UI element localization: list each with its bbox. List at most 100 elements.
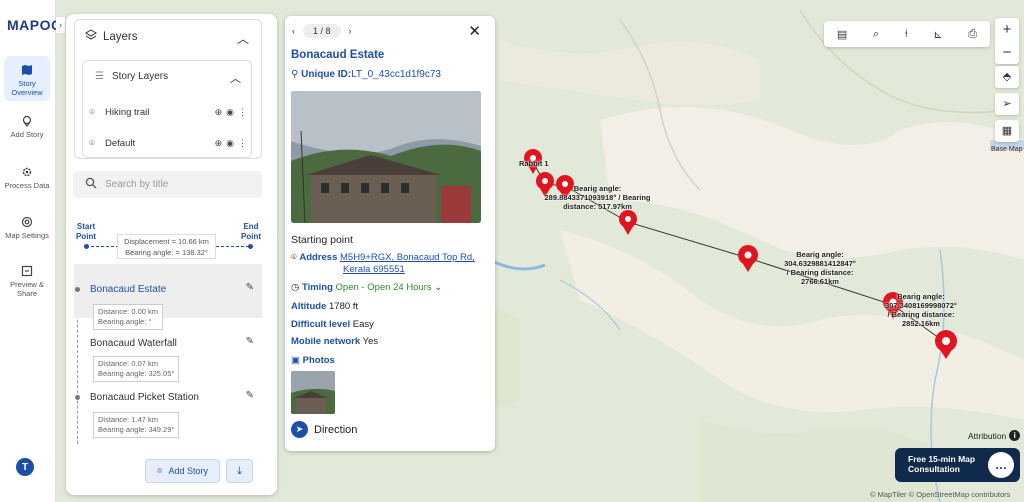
- print-icon[interactable]: ⎙: [968, 28, 977, 41]
- app-logo[interactable]: MAPOG: [7, 17, 62, 33]
- chevron-up-icon[interactable]: ︿: [237, 30, 249, 47]
- address-link[interactable]: M5H9+RGX, Bonacaud Top Rd,: [340, 252, 475, 263]
- rail-story-overview[interactable]: Story Overview: [4, 56, 50, 101]
- add-story-label: Add Story: [168, 466, 208, 476]
- layer-item-default[interactable]: ⌾ Default ⊕ ◉ ⋮: [89, 132, 247, 154]
- edit-icon[interactable]: ✎: [246, 390, 254, 401]
- segment-2-line: 2766.61km: [801, 277, 839, 286]
- layers-map-icon[interactable]: ▤: [837, 28, 847, 41]
- timing-field[interactable]: ◷ Timing Open - Open 24 Hours ⌄: [291, 282, 442, 293]
- drag-handle-icon: ☰: [95, 71, 104, 82]
- map-credit: © MapTiler © OpenStreetMap contributors: [870, 490, 1011, 499]
- story-panel: Layers ︿ ☰ Story Layers ︿ ⌾ Hiking trail…: [66, 14, 277, 495]
- attribution-label: Attribution: [968, 430, 1007, 441]
- pin-icon: [21, 115, 33, 127]
- timing-label: Timing: [301, 282, 333, 293]
- add-story-button[interactable]: ⌾ Add Story: [145, 459, 220, 483]
- story-layers-title: Story Layers: [111, 71, 169, 82]
- direction-button[interactable]: ➤ Direction: [291, 421, 357, 438]
- difficulty-value: Easy: [352, 319, 374, 330]
- rail-process-data[interactable]: Process Data: [4, 166, 50, 190]
- rail-preview-share[interactable]: Preview & Share: [4, 265, 50, 298]
- rail-add-story[interactable]: Add Story: [4, 115, 50, 139]
- stop-dot: [75, 287, 80, 292]
- search-icon[interactable]: ⌕: [873, 28, 879, 41]
- basemap-button[interactable]: ▦: [995, 120, 1019, 142]
- zoom-to-layer-icon[interactable]: ⊕: [215, 107, 223, 118]
- difficulty-label: Difficult level: [291, 319, 351, 330]
- previous-icon[interactable]: ‹: [292, 26, 295, 36]
- rail-map-settings[interactable]: Map Settings: [4, 216, 50, 240]
- photo-thumbnail[interactable]: [291, 371, 335, 414]
- layers-header[interactable]: Layers: [85, 29, 138, 44]
- eye-icon[interactable]: ◉: [226, 138, 234, 149]
- segment-1-line: 289.8843371093918° / Bearing: [544, 193, 651, 202]
- network-label: Mobile network: [291, 336, 361, 347]
- measure-icon[interactable]: ⊾: [933, 28, 942, 41]
- stop-item[interactable]: Bonacaud Waterfall ✎ Distance: 0.07 km B…: [74, 332, 262, 382]
- displacement-text: Displacement = 10.66 km: [124, 237, 209, 246]
- story-layers-section: ☰ Story Layers ︿ ⌾ Hiking trail ⊕ ◉ ⋮ ⌾ …: [82, 60, 252, 158]
- locate-button[interactable]: ➢: [995, 93, 1019, 115]
- network-field: Mobile network Yes: [291, 336, 378, 347]
- search-input[interactable]: Search by title: [73, 171, 262, 198]
- edit-icon[interactable]: ✎: [246, 336, 254, 347]
- zoom-out-button[interactable]: −: [995, 41, 1019, 64]
- rail-label: Preview & Share: [10, 280, 44, 298]
- address-line-2[interactable]: Kerala 695551: [343, 264, 405, 275]
- compass-button[interactable]: ⬘: [995, 66, 1019, 88]
- difficulty-field: Difficult level Easy: [291, 319, 374, 330]
- map-label-segment-1: Bearig angle: 289.8843371093918° / Beari…: [540, 184, 655, 211]
- navigation-arrow-icon: ➤: [291, 421, 308, 438]
- address-link-line2[interactable]: Kerala 695551: [343, 264, 405, 275]
- pager: ‹ 1 / 8 ›: [292, 24, 352, 38]
- stop-dot: [75, 395, 80, 400]
- layers-icon: [85, 29, 97, 44]
- feature-photo[interactable]: [291, 91, 481, 223]
- settings-icon: [21, 216, 33, 228]
- chevron-down-icon[interactable]: ⌄: [434, 282, 442, 293]
- zoom-in-button[interactable]: +: [995, 18, 1019, 41]
- stop-bearing: Bearing angle: °: [98, 317, 152, 326]
- layer-item-hiking-trail[interactable]: ⌾ Hiking trail ⊕ ◉ ⋮: [89, 101, 247, 123]
- edit-icon[interactable]: ✎: [246, 282, 254, 293]
- address-label: Address: [299, 252, 338, 263]
- chat-icon[interactable]: …: [988, 452, 1014, 478]
- stop-title: Bonacaud Estate: [90, 284, 167, 295]
- download-button[interactable]: ⤓: [226, 459, 253, 483]
- navigation-icon: ➢: [1002, 98, 1012, 110]
- stop-item[interactable]: Bonacaud Picket Station ✎ Distance: 1.47…: [74, 386, 262, 438]
- rail-label: Map Settings: [5, 231, 49, 240]
- consultation-widget[interactable]: Free 15-min Map Consultation …: [895, 448, 1020, 482]
- more-options-icon[interactable]: ⋮: [238, 107, 247, 118]
- attribution-toggle[interactable]: Attribution i: [968, 430, 1021, 441]
- layers-title: Layers: [103, 30, 138, 43]
- location-icon[interactable]: ⍿: [905, 28, 908, 41]
- basemap-label: Base Map: [991, 146, 1023, 153]
- story-layers-header[interactable]: ☰ Story Layers: [95, 71, 168, 82]
- segment-2-line: / Bearing distance:: [786, 268, 854, 277]
- stop-item[interactable]: Bonacaud Estate ✎ Distance: 0.00 km Bear…: [74, 264, 262, 330]
- chevron-right-icon[interactable]: ›: [56, 16, 66, 34]
- stop-title: Bonacaud Picket Station: [90, 392, 199, 403]
- rail-label: Story Overview: [11, 79, 43, 97]
- next-icon[interactable]: ›: [349, 26, 352, 36]
- network-value: Yes: [362, 336, 379, 347]
- segment-1-line: Bearig angle:: [573, 184, 622, 193]
- pin-icon: ⌾: [157, 465, 163, 476]
- user-avatar[interactable]: T: [16, 458, 34, 476]
- stop-title: Bonacaud Waterfall: [90, 338, 177, 349]
- stop-distance: Distance: 1.47 km: [98, 415, 159, 424]
- zoom-to-layer-icon[interactable]: ⊕: [215, 138, 223, 149]
- search-icon: [85, 177, 97, 192]
- location-pin-icon: ⌾: [291, 252, 297, 263]
- key-icon: ⚲: [291, 69, 299, 80]
- stop-bearing: Bearing angle: 349.29°: [98, 425, 175, 434]
- close-icon[interactable]: ✕: [468, 22, 481, 40]
- segment-2-line: Bearig angle:: [796, 250, 844, 259]
- chevron-up-icon[interactable]: ︿: [230, 70, 241, 86]
- card-description: Starting point: [291, 234, 353, 246]
- more-options-icon[interactable]: ⋮: [238, 138, 247, 149]
- eye-icon[interactable]: ◉: [226, 107, 234, 118]
- gear-icon: [21, 166, 33, 178]
